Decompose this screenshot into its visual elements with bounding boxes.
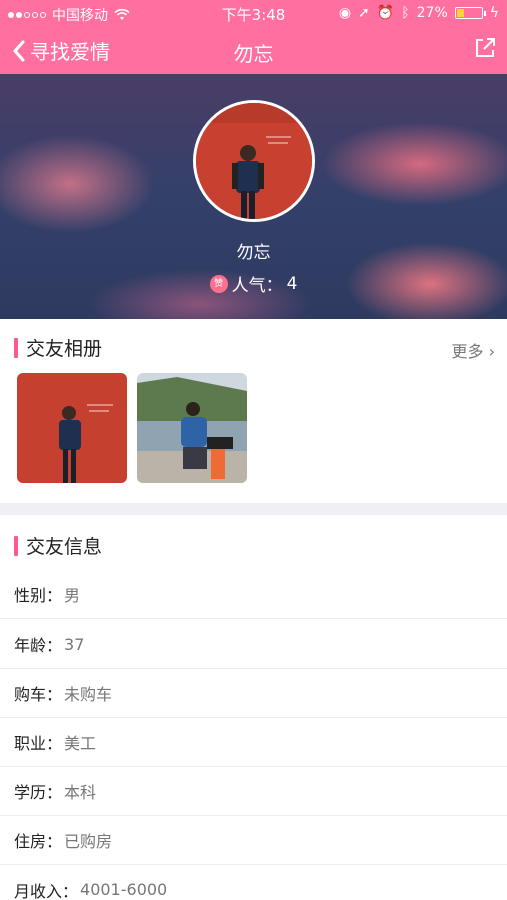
more-link[interactable]: 更多 › [452, 338, 496, 362]
heart-icon: 赞 [209, 274, 228, 293]
status-bar: 中国移动 下午3:48 ◉ ➚ ⏰ ᛒ 27% ϟ [0, 0, 507, 26]
info-value: 本科 [64, 783, 97, 802]
info-value: 37 [64, 634, 85, 654]
section-marker [14, 337, 18, 358]
info-row-occupation: 职业： 美工 [0, 718, 507, 767]
info-key: 职业： [14, 734, 63, 753]
info-row-age: 年龄： 37 [0, 620, 507, 669]
info-key: 年龄： [14, 636, 63, 655]
info-value: 未购车 [64, 685, 113, 704]
bluetooth-icon: ᛒ [401, 5, 410, 21]
info-key: 性别： [14, 586, 63, 605]
page-title: 勿忘 [233, 42, 274, 66]
section-marker [14, 535, 18, 556]
info-value: 已购房 [64, 832, 113, 851]
info-key: 购车： [14, 685, 63, 704]
info-section-title: 交友信息 [14, 532, 102, 559]
share-icon[interactable] [473, 36, 497, 60]
location-icon: ➚ [358, 5, 370, 21]
lock-rotation-icon: ◉ [338, 5, 352, 21]
alarm-icon: ⏰ [376, 5, 395, 21]
info-key: 学历： [14, 783, 63, 802]
info-value: 男 [64, 586, 81, 605]
info-row-housing: 住房： 已购房 [0, 816, 507, 865]
battery-icon [454, 7, 486, 19]
info-row-education: 学历： 本科 [0, 767, 507, 816]
album-section-title: 交友相册 [14, 334, 102, 361]
status-icons: ◉ ➚ ⏰ ᛒ 27% ϟ [339, 5, 499, 21]
info-title: 交友信息 [26, 536, 103, 558]
album-title: 交友相册 [26, 338, 103, 360]
section-divider [0, 503, 507, 515]
popularity-label: 人气： [231, 276, 283, 296]
popularity-value: 4 [286, 273, 298, 294]
info-row-car: 购车： 未购车 [0, 669, 507, 718]
info-key: 月收入： [14, 881, 79, 900]
info-value: 美工 [64, 734, 97, 753]
info-key: 住房： [14, 832, 63, 851]
profile-banner: 勿忘 赞 人气： 4 [0, 74, 507, 319]
avatar[interactable] [193, 100, 315, 222]
profile-name: 勿忘 [236, 243, 271, 263]
album-photo-2[interactable] [137, 373, 247, 483]
charging-icon: ϟ [489, 5, 499, 21]
info-row-gender: 性别： 男 [0, 570, 507, 619]
info-value: 4001-6000 [80, 880, 168, 899]
header: 中国移动 下午3:48 ◉ ➚ ⏰ ᛒ 27% ϟ 寻找爱情 勿忘 [0, 0, 507, 74]
popularity: 赞 人气： 4 [0, 271, 507, 296]
album-photo-1[interactable] [17, 373, 127, 483]
navbar: 寻找爱情 勿忘 [0, 26, 507, 74]
info-row-income: 月收入： 4001-6000 [0, 865, 507, 900]
battery-percent: 27% [416, 5, 448, 21]
